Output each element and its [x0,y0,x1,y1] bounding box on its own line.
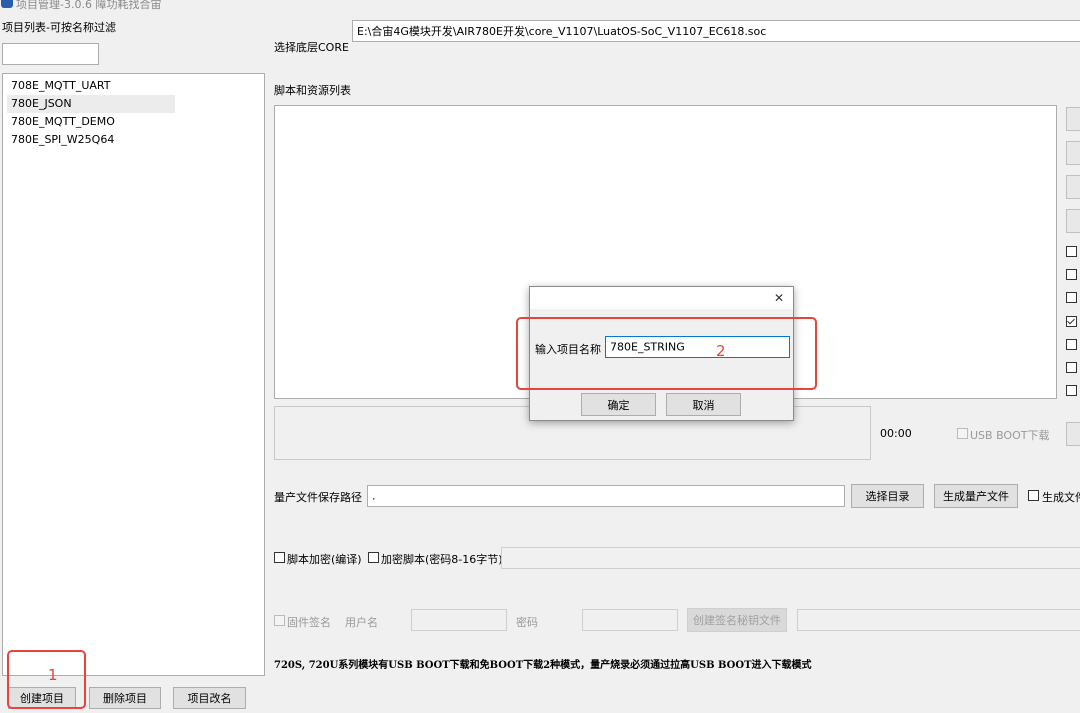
elapsed-time: 00:00 [880,427,912,440]
gen-file-checkbox[interactable] [1028,490,1039,501]
project-list[interactable]: 708E_MQTT_UART 780E_JSON 780E_MQTT_DEMO … [2,73,265,676]
option-checkbox-checked[interactable] [1066,316,1077,327]
usb-boot-notice: 720S, 720U系列模块有USB BOOT下载和免BOOT下载2种模式，量产… [274,660,812,671]
list-item[interactable]: 780E_MQTT_DEMO [7,113,115,131]
add-script-button[interactable] [1066,107,1080,131]
core-label: 选择底层CORE [274,41,349,54]
encrypt-password-input[interactable] [501,547,1080,569]
remove-script-button[interactable] [1066,141,1080,165]
option-checkbox[interactable] [1066,339,1077,350]
annotation-marker-1: 1 [48,666,58,684]
option-checkbox[interactable] [1066,385,1077,396]
firmware-sign-checkbox[interactable] [274,615,285,626]
option-checkbox[interactable] [1066,269,1077,280]
mass-path-input[interactable]: . [367,485,845,507]
delete-project-button[interactable]: 删除项目 [89,687,161,709]
dialog-titlebar [530,287,793,309]
option-checkbox[interactable] [1066,246,1077,257]
password-label: 密码 [516,616,538,629]
key-path-input[interactable] [797,609,1080,631]
annotation-box-2 [516,317,817,390]
option-checkbox[interactable] [1066,362,1077,373]
scripts-label: 脚本和资源列表 [274,84,351,97]
choose-dir-button[interactable]: 选择目录 [851,484,924,508]
password-encrypt-label: 加密脚本(密码8-16字节) [381,553,503,566]
usb-boot-label: USB BOOT下载 [970,429,1050,442]
firmware-sign-label: 固件签名 [287,616,331,629]
core-path-input[interactable]: E:\合宙4G模块开发\AIR780E开发\core_V1107\LuatOS-… [352,20,1080,42]
compile-encrypt-label: 脚本加密(编译) [287,553,362,566]
window-title: 项目管理-3.0.6 障功耗找合宙 [16,0,162,11]
password-input[interactable] [582,609,678,631]
list-item[interactable]: 780E_SPI_W25Q64 [7,131,114,149]
project-filter-input[interactable] [2,43,99,65]
ok-button[interactable]: 确定 [581,393,656,416]
create-key-button[interactable]: 创建签名秘钥文件 [687,608,787,632]
download-button[interactable] [1066,422,1080,446]
list-item-selected[interactable]: 780E_JSON [7,95,175,113]
app-icon [1,0,13,8]
close-icon[interactable]: ✕ [770,289,788,307]
password-encrypt-checkbox[interactable] [368,552,379,563]
open-dir-button[interactable] [1066,175,1080,199]
rename-project-button[interactable]: 项目改名 [173,687,246,709]
annotation-marker-2: 2 [716,342,726,360]
mass-path-label: 量产文件保存路径 [274,491,362,504]
compile-encrypt-checkbox[interactable] [274,552,285,563]
username-label: 用户名 [345,616,378,629]
usb-boot-checkbox[interactable] [957,428,968,439]
project-filter-label: 项目列表-可按名称过滤 [2,21,116,34]
annotation-box-1 [7,650,86,709]
gen-file-label: 生成文件 [1042,491,1080,504]
option-checkbox[interactable] [1066,292,1077,303]
cancel-button[interactable]: 取消 [666,393,741,416]
clear-button[interactable] [1066,209,1080,233]
title-bar: 项目管理-3.0.6 障功耗找合宙 [0,0,1080,13]
username-input[interactable] [411,609,507,631]
generate-mass-button[interactable]: 生成量产文件 [934,484,1018,508]
list-item[interactable]: 708E_MQTT_UART [7,77,110,95]
